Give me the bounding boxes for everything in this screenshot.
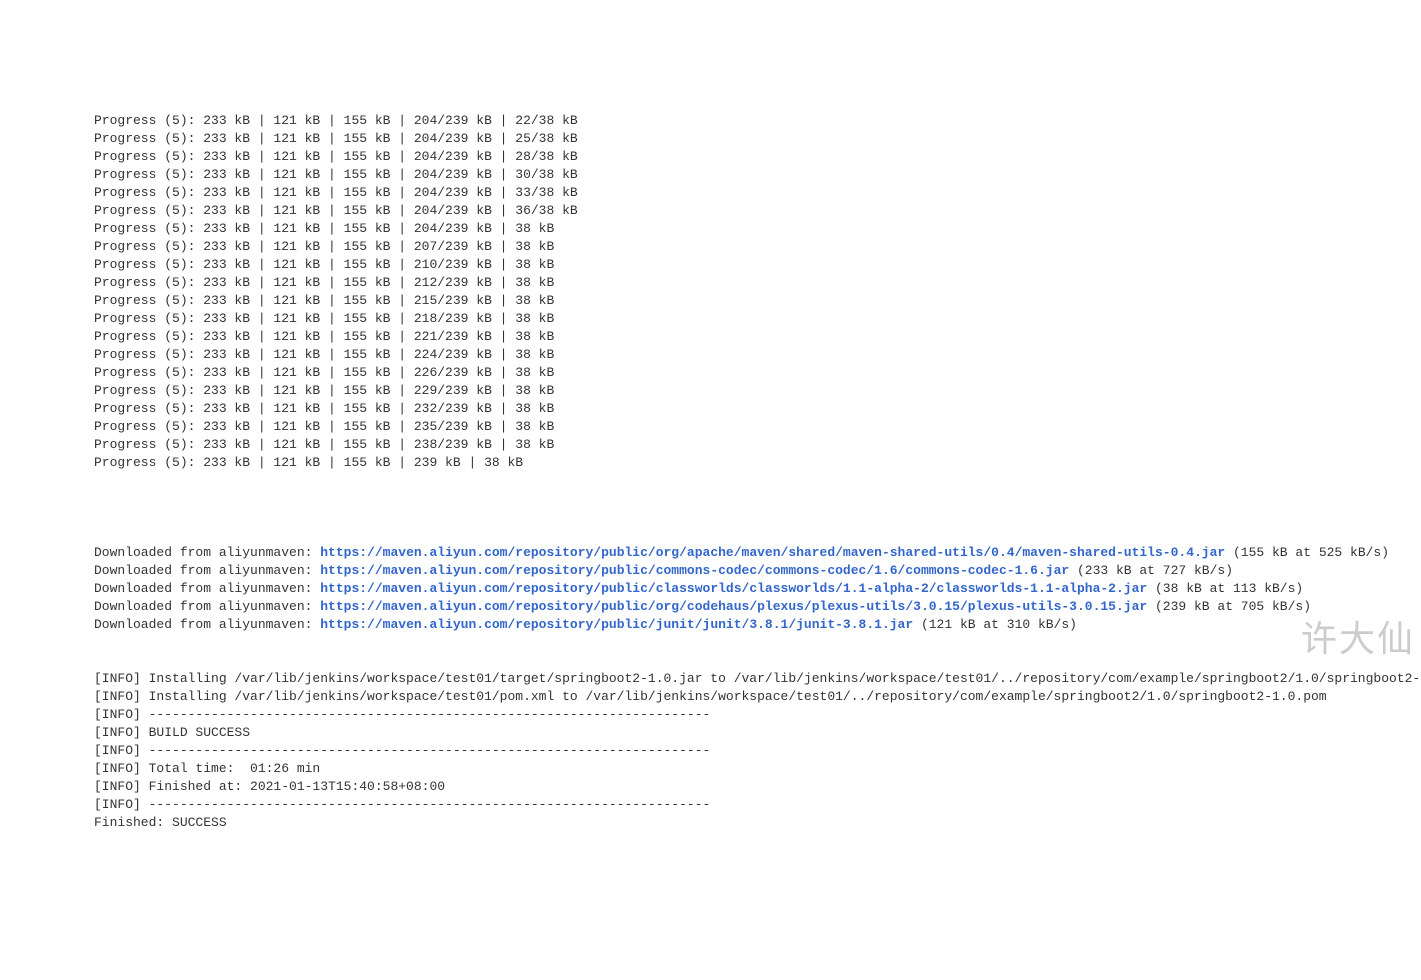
progress-block: Progress (5): 233 kB | 121 kB | 155 kB |…: [94, 112, 1421, 472]
info-line: [INFO] Total time: 01:26 min: [94, 760, 1421, 778]
download-suffix: (239 kB at 705 kB/s): [1147, 599, 1311, 614]
download-url-link[interactable]: https://maven.aliyun.com/repository/publ…: [320, 581, 1147, 596]
download-line: Downloaded from aliyunmaven: https://mav…: [94, 562, 1421, 580]
info-block: [INFO] Installing /var/lib/jenkins/works…: [94, 670, 1421, 832]
download-url-link[interactable]: https://maven.aliyun.com/repository/publ…: [320, 617, 913, 632]
progress-line: Progress (5): 233 kB | 121 kB | 155 kB |…: [94, 220, 1421, 238]
progress-line: Progress (5): 233 kB | 121 kB | 155 kB |…: [94, 418, 1421, 436]
progress-line: Progress (5): 233 kB | 121 kB | 155 kB |…: [94, 328, 1421, 346]
info-line: Finished: SUCCESS: [94, 814, 1421, 832]
download-suffix: (233 kB at 727 kB/s): [1069, 563, 1233, 578]
download-suffix: (121 kB at 310 kB/s): [913, 617, 1077, 632]
progress-line: Progress (5): 233 kB | 121 kB | 155 kB |…: [94, 202, 1421, 220]
progress-line: Progress (5): 233 kB | 121 kB | 155 kB |…: [94, 346, 1421, 364]
progress-line: Progress (5): 233 kB | 121 kB | 155 kB |…: [94, 436, 1421, 454]
info-line: [INFO] Installing /var/lib/jenkins/works…: [94, 688, 1421, 706]
info-line: [INFO] ---------------------------------…: [94, 742, 1421, 760]
download-suffix: (38 kB at 113 kB/s): [1147, 581, 1303, 596]
progress-line: Progress (5): 233 kB | 121 kB | 155 kB |…: [94, 148, 1421, 166]
download-prefix: Downloaded from aliyunmaven:: [94, 545, 320, 560]
info-line: [INFO] ---------------------------------…: [94, 706, 1421, 724]
progress-line: Progress (5): 233 kB | 121 kB | 155 kB |…: [94, 184, 1421, 202]
progress-line: Progress (5): 233 kB | 121 kB | 155 kB |…: [94, 238, 1421, 256]
progress-line: Progress (5): 233 kB | 121 kB | 155 kB |…: [94, 364, 1421, 382]
progress-line: Progress (5): 233 kB | 121 kB | 155 kB |…: [94, 166, 1421, 184]
progress-line: Progress (5): 233 kB | 121 kB | 155 kB |…: [94, 130, 1421, 148]
download-url-link[interactable]: https://maven.aliyun.com/repository/publ…: [320, 599, 1147, 614]
progress-line: Progress (5): 233 kB | 121 kB | 155 kB |…: [94, 382, 1421, 400]
download-prefix: Downloaded from aliyunmaven:: [94, 617, 320, 632]
download-prefix: Downloaded from aliyunmaven:: [94, 599, 320, 614]
progress-line: Progress (5): 233 kB | 121 kB | 155 kB |…: [94, 256, 1421, 274]
download-line: Downloaded from aliyunmaven: https://mav…: [94, 598, 1421, 616]
info-line: [INFO] Finished at: 2021-01-13T15:40:58+…: [94, 778, 1421, 796]
progress-line: Progress (5): 233 kB | 121 kB | 155 kB |…: [94, 292, 1421, 310]
downloads-block: Downloaded from aliyunmaven: https://mav…: [94, 544, 1421, 634]
download-line: Downloaded from aliyunmaven: https://mav…: [94, 616, 1421, 634]
download-suffix: (155 kB at 525 kB/s): [1225, 545, 1389, 560]
progress-line: Progress (5): 233 kB | 121 kB | 155 kB |…: [94, 454, 1421, 472]
info-line: [INFO] BUILD SUCCESS: [94, 724, 1421, 742]
download-prefix: Downloaded from aliyunmaven:: [94, 581, 320, 596]
download-url-link[interactable]: https://maven.aliyun.com/repository/publ…: [320, 545, 1225, 560]
console-output: Progress (5): 233 kB | 121 kB | 155 kB |…: [0, 72, 1421, 854]
info-line: [INFO] ---------------------------------…: [94, 796, 1421, 814]
info-line: [INFO] Installing /var/lib/jenkins/works…: [94, 670, 1421, 688]
progress-line: Progress (5): 233 kB | 121 kB | 155 kB |…: [94, 112, 1421, 130]
download-url-link[interactable]: https://maven.aliyun.com/repository/publ…: [320, 563, 1069, 578]
download-prefix: Downloaded from aliyunmaven:: [94, 563, 320, 578]
download-line: Downloaded from aliyunmaven: https://mav…: [94, 580, 1421, 598]
download-line: Downloaded from aliyunmaven: https://mav…: [94, 544, 1421, 562]
progress-line: Progress (5): 233 kB | 121 kB | 155 kB |…: [94, 310, 1421, 328]
progress-line: Progress (5): 233 kB | 121 kB | 155 kB |…: [94, 274, 1421, 292]
progress-line: Progress (5): 233 kB | 121 kB | 155 kB |…: [94, 400, 1421, 418]
